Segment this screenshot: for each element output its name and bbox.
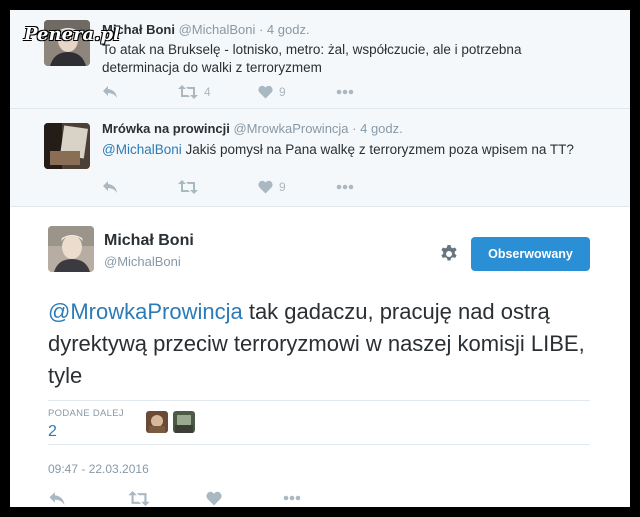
like-count: 9 bbox=[279, 85, 286, 99]
more-icon bbox=[336, 184, 354, 190]
author-name[interactable]: Michał Boni bbox=[104, 232, 194, 250]
like-button[interactable]: 9 bbox=[258, 85, 336, 99]
retweet-button[interactable] bbox=[128, 490, 206, 506]
author-name[interactable]: Mrówka na prowincji bbox=[102, 121, 230, 136]
retweet-button[interactable] bbox=[178, 180, 258, 194]
settings-button[interactable] bbox=[440, 245, 458, 268]
author-handle[interactable]: @MrowkaProwincja bbox=[233, 121, 348, 136]
like-button[interactable]: 9 bbox=[258, 180, 336, 194]
retweeter-avatar[interactable] bbox=[146, 411, 168, 433]
tweet-text-body: Jakiś pomysł na Pana walkę z terroryzmem… bbox=[181, 142, 574, 157]
tweet-time[interactable]: · 4 godz. bbox=[259, 22, 310, 37]
retweets-count[interactable]: 2 bbox=[48, 423, 57, 441]
tweet-timestamp[interactable]: 09:47 - 22.03.2016 bbox=[48, 462, 149, 476]
tweet-text: To atak na Brukselę - lotnisko, metro: ż… bbox=[102, 41, 602, 77]
tweet-actions: 4 9 bbox=[102, 83, 354, 101]
divider bbox=[48, 444, 590, 445]
gear-icon bbox=[441, 245, 457, 261]
tweet-text-line: To atak na Brukselę - lotnisko, metro: ż… bbox=[102, 42, 522, 57]
tweet-screenshot: Penera.pl Michał Boni @MichalBoni · 4 go… bbox=[10, 10, 630, 507]
follow-button[interactable]: Obserwowany bbox=[471, 237, 590, 271]
tweet-text-line: determinacja do walki z terroryzmem bbox=[102, 60, 322, 75]
avatar[interactable] bbox=[44, 123, 90, 169]
reply-button[interactable] bbox=[102, 180, 178, 194]
like-count: 9 bbox=[279, 180, 286, 194]
reply-icon bbox=[49, 491, 65, 505]
retweet-icon bbox=[128, 490, 150, 506]
reply-icon bbox=[103, 86, 117, 98]
reply-tweet-2[interactable]: Mrówka na prowincji @MrowkaProwincja · 4… bbox=[10, 109, 630, 207]
avatar[interactable] bbox=[48, 226, 94, 272]
tweet-text: @MichalBoni Jakiś pomysł na Pana walkę z… bbox=[102, 141, 622, 159]
tweet-header: Michał Boni @MichalBoni · 4 godz. bbox=[102, 22, 310, 37]
mention-link[interactable]: @MrowkaProwincja bbox=[48, 299, 243, 324]
watermark: Penera.pl bbox=[24, 24, 120, 45]
more-icon bbox=[283, 495, 301, 501]
retweet-icon bbox=[178, 85, 198, 99]
reply-button[interactable] bbox=[48, 491, 128, 506]
heart-icon bbox=[206, 491, 222, 505]
tweet-actions: 9 bbox=[102, 178, 354, 196]
retweet-count: 4 bbox=[204, 85, 211, 99]
tweet-header: Mrówka na prowincji @MrowkaProwincja · 4… bbox=[102, 121, 403, 136]
tweet-actions bbox=[48, 489, 302, 507]
like-button[interactable] bbox=[206, 491, 282, 506]
reply-button[interactable] bbox=[102, 85, 178, 99]
more-button[interactable] bbox=[336, 89, 354, 95]
main-tweet: Michał Boni @MichalBoni Obserwowany @Mro… bbox=[10, 206, 630, 507]
retweet-button[interactable]: 4 bbox=[178, 85, 258, 99]
tweet-time[interactable]: · 4 godz. bbox=[352, 121, 403, 136]
retweet-icon bbox=[178, 180, 198, 194]
author-handle[interactable]: @MichalBoni bbox=[104, 254, 181, 269]
retweeter-avatar[interactable] bbox=[173, 411, 195, 433]
retweets-label: PODANE DALEJ bbox=[48, 408, 124, 419]
more-button[interactable] bbox=[282, 495, 302, 501]
heart-icon bbox=[258, 180, 273, 194]
reply-icon bbox=[103, 181, 117, 193]
heart-icon bbox=[258, 85, 273, 99]
mention-link[interactable]: @MichalBoni bbox=[102, 142, 182, 157]
tweet-text: @MrowkaProwincja tak gadaczu, pracuję na… bbox=[48, 296, 608, 392]
more-icon bbox=[336, 89, 354, 95]
divider bbox=[48, 400, 590, 401]
more-button[interactable] bbox=[336, 184, 354, 190]
author-handle[interactable]: @MichalBoni bbox=[179, 22, 256, 37]
